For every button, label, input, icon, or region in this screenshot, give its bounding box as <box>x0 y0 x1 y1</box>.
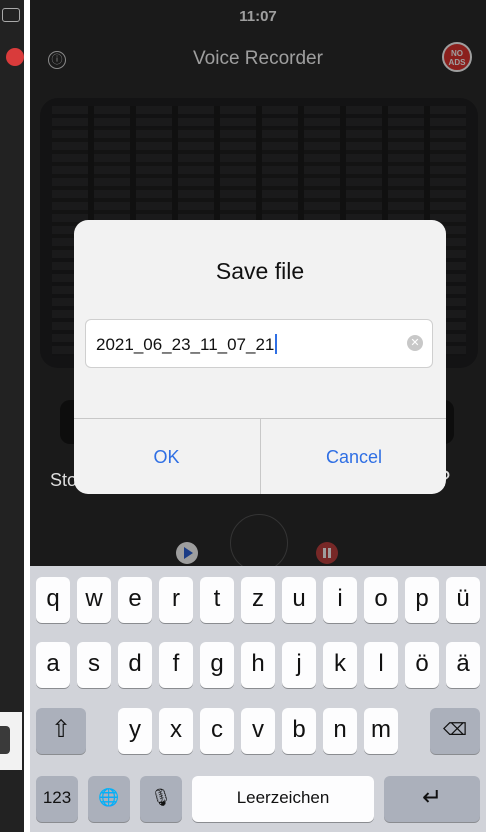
key-p[interactable]: p <box>405 577 439 623</box>
key-h[interactable]: h <box>241 642 275 688</box>
key-n[interactable]: n <box>323 708 357 754</box>
key-c[interactable]: c <box>200 708 234 754</box>
key-o[interactable]: o <box>364 577 398 623</box>
key-j[interactable]: j <box>282 642 316 688</box>
key-r[interactable]: r <box>159 577 193 623</box>
numbers-key[interactable]: 123 <box>36 776 78 822</box>
key-l[interactable]: l <box>364 642 398 688</box>
filename-value: 2021_06_23_11_07_21 <box>96 334 278 355</box>
sliver-button <box>0 726 10 754</box>
background-label-sto: Sto <box>50 470 78 490</box>
key-t[interactable]: t <box>200 577 234 623</box>
key-a-umlaut[interactable]: ä <box>446 642 480 688</box>
key-w[interactable]: w <box>77 577 111 623</box>
key-x[interactable]: x <box>159 708 193 754</box>
key-e[interactable]: e <box>118 577 152 623</box>
key-m[interactable]: m <box>364 708 398 754</box>
record-badge-icon <box>6 48 24 66</box>
shift-icon[interactable]: ⇧ <box>36 708 86 754</box>
text-caret <box>275 334 278 354</box>
key-g[interactable]: g <box>200 642 234 688</box>
dialog-title: Save file <box>215 258 305 284</box>
save-file-dialog: Save file 2021_06_23_11_07_21 ✕ OK Cance… <box>74 220 446 494</box>
key-u-umlaut[interactable]: ü <box>446 577 480 623</box>
key-f[interactable]: f <box>159 642 193 688</box>
key-a[interactable]: a <box>36 642 70 688</box>
key-k[interactable]: k <box>323 642 357 688</box>
filename-input[interactable]: 2021_06_23_11_07_21 ✕ <box>85 319 433 368</box>
dialog-actions: OK Cancel <box>74 418 446 494</box>
space-key[interactable]: Leerzeichen <box>192 776 374 822</box>
previous-screen-sliver <box>0 0 24 832</box>
status-icon <box>2 8 20 22</box>
key-o-umlaut[interactable]: ö <box>405 642 439 688</box>
key-y[interactable]: y <box>118 708 152 754</box>
microphone-icon[interactable]: 🎙 <box>140 776 182 822</box>
key-q[interactable]: q <box>36 577 70 623</box>
key-b[interactable]: b <box>282 708 316 754</box>
ok-button[interactable]: OK <box>74 419 259 494</box>
clear-text-icon[interactable]: ✕ <box>407 335 423 351</box>
delete-icon[interactable]: ⌫ <box>430 708 480 754</box>
key-i[interactable]: i <box>323 577 357 623</box>
key-z[interactable]: z <box>241 577 275 623</box>
cancel-button[interactable]: Cancel <box>260 419 446 494</box>
onscreen-keyboard: q w e r t z u i o p ü a s d f g h j k l … <box>30 566 486 832</box>
key-d[interactable]: d <box>118 642 152 688</box>
key-u[interactable]: u <box>282 577 316 623</box>
globe-icon[interactable]: 🌐 <box>88 776 130 822</box>
return-icon[interactable]: ↵ <box>384 776 480 822</box>
key-s[interactable]: s <box>77 642 111 688</box>
key-v[interactable]: v <box>241 708 275 754</box>
